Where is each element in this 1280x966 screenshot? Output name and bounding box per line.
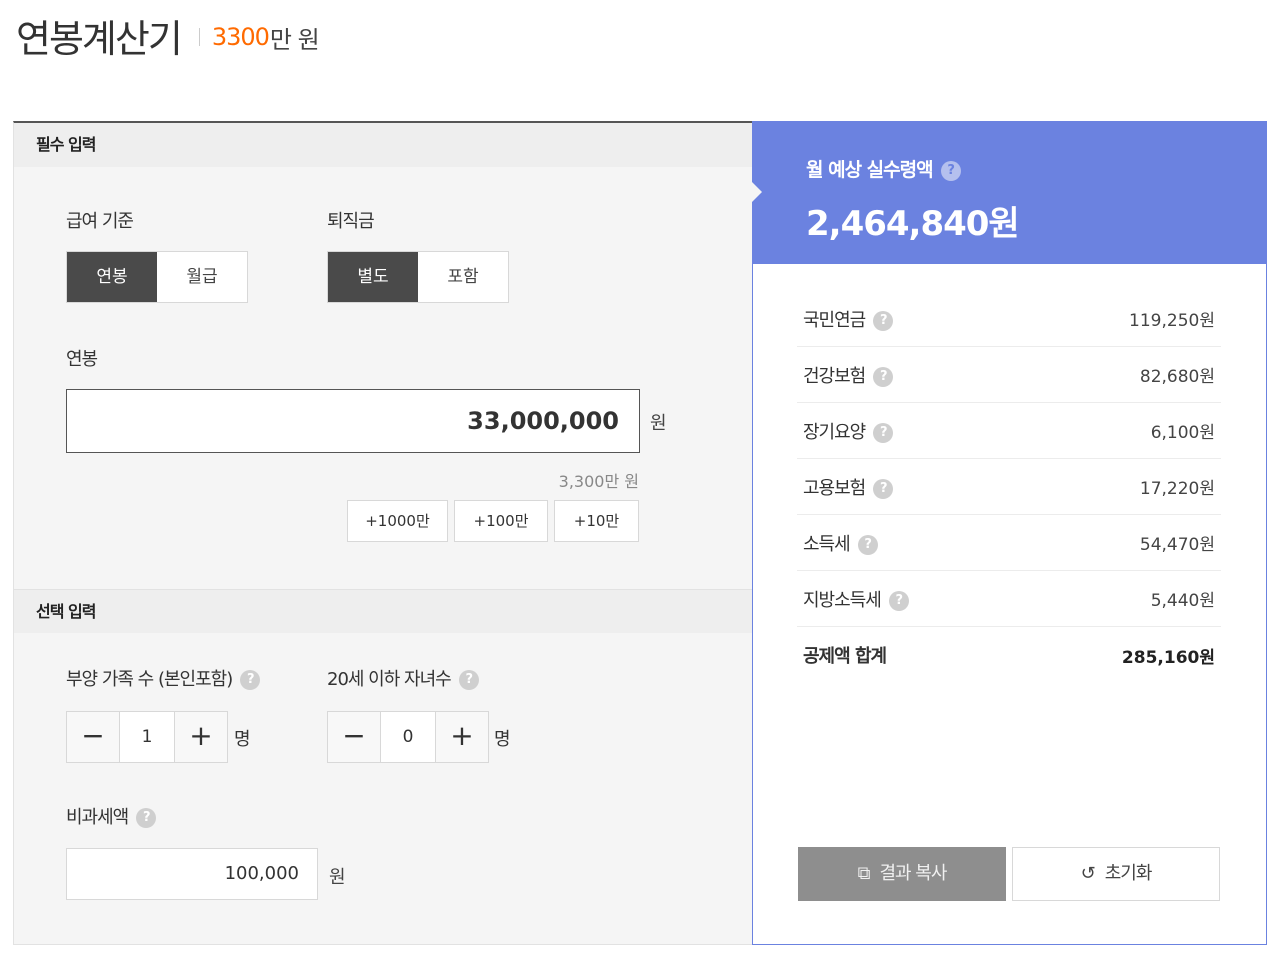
children-minus-button[interactable]: −	[328, 712, 380, 762]
reset-icon: ↺	[1080, 863, 1096, 884]
pay-basis-toggle: 연봉 월급	[66, 251, 248, 303]
deduction-name: 지방소득세?	[803, 586, 909, 612]
children-label-text: 20세 이하 자녀수	[327, 669, 452, 690]
input-panel: 필수 입력 급여 기준 연봉 월급 퇴직금 별도 포함 연봉 33,000,00…	[13, 121, 752, 945]
severance-toggle: 별도 포함	[327, 251, 509, 303]
result-pointer	[752, 182, 762, 202]
dependents-stepper: − 1 +	[66, 711, 228, 763]
severance-label: 퇴직금	[327, 211, 375, 232]
children-value[interactable]: 0	[380, 712, 436, 762]
severance-separate-option[interactable]: 별도	[328, 252, 418, 302]
dependents-value[interactable]: 1	[119, 712, 175, 762]
dependents-label-text: 부양 가족 수 (본인포함)	[66, 669, 233, 690]
help-icon[interactable]: ?	[136, 808, 157, 828]
deduction-list: 국민연금? 119,250원 건강보험? 82,680원 장기요양? 6,100…	[797, 291, 1221, 683]
title-divider	[198, 28, 200, 46]
salary-unit: 원	[650, 413, 667, 434]
deduction-row: 장기요양? 6,100원	[797, 403, 1221, 459]
salary-hint: 3,300만 원	[558, 472, 639, 491]
deduction-name: 소득세?	[803, 530, 878, 556]
deduction-row: 고용보험? 17,220원	[797, 459, 1221, 515]
add-10m-button[interactable]: +1000만	[347, 500, 448, 542]
deduction-total-row: 공제액 합계 285,160원	[797, 627, 1221, 683]
page-title: 연봉계산기	[16, 16, 183, 61]
deduction-name-text: 소득세	[803, 533, 851, 555]
copy-result-button[interactable]: ⧉ 결과 복사	[798, 847, 1006, 901]
salary-calculator: 필수 입력 급여 기준 연봉 월급 퇴직금 별도 포함 연봉 33,000,00…	[13, 121, 1267, 945]
deduction-name: 장기요양?	[803, 418, 894, 444]
salary-label: 연봉	[66, 349, 98, 370]
deduction-value: 54,470원	[1139, 535, 1215, 555]
nontax-unit: 원	[329, 867, 346, 888]
deduction-value: 5,440원	[1150, 591, 1215, 611]
add-1m-button[interactable]: +100만	[454, 500, 548, 542]
result-panel: 월 예상 실수령액? 2,464,840원 국민연금? 119,250원 건강보…	[752, 121, 1267, 945]
salary-input[interactable]: 33,000,000	[66, 389, 640, 453]
help-icon[interactable]: ?	[873, 366, 894, 387]
children-label: 20세 이하 자녀수?	[327, 665, 479, 691]
quick-add-buttons: +1000만 +100만 +10만	[347, 500, 639, 542]
deduction-name-text: 건강보험	[803, 365, 866, 387]
nontax-label: 비과세액?	[66, 803, 157, 829]
reset-button[interactable]: ↺ 초기화	[1012, 847, 1220, 901]
help-icon[interactable]: ?	[857, 534, 878, 555]
deduction-row: 소득세? 54,470원	[797, 515, 1221, 571]
deduction-value: 82,680원	[1139, 367, 1215, 387]
result-label: 월 예상 실수령액?	[806, 155, 961, 182]
title-amount-unit: 만 원	[269, 25, 320, 54]
help-icon[interactable]: ?	[873, 310, 894, 331]
children-stepper: − 0 +	[327, 711, 489, 763]
page-header: 연봉계산기 3300 만 원	[16, 10, 320, 61]
optional-section-title: 선택 입력	[14, 589, 752, 633]
nontax-label-text: 비과세액	[66, 807, 129, 828]
children-unit: 명	[494, 729, 511, 750]
pay-basis-monthly-option[interactable]: 월급	[157, 252, 247, 302]
pay-basis-annual-option[interactable]: 연봉	[67, 252, 157, 302]
dependents-plus-button[interactable]: +	[175, 712, 227, 762]
net-monthly-amount: 2,464,840원	[806, 204, 1020, 244]
deduction-name-text: 고용보험	[803, 477, 866, 499]
help-icon[interactable]: ?	[873, 478, 894, 499]
required-section-title: 필수 입력	[14, 123, 752, 167]
result-label-text: 월 예상 실수령액	[806, 159, 934, 181]
reset-label: 초기화	[1104, 863, 1153, 884]
deduction-name-text: 장기요양	[803, 421, 866, 443]
pay-basis-label: 급여 기준	[66, 211, 134, 232]
dependents-minus-button[interactable]: −	[67, 712, 119, 762]
severance-included-option[interactable]: 포함	[418, 252, 508, 302]
deduction-row: 국민연금? 119,250원	[797, 291, 1221, 347]
deduction-name: 건강보험?	[803, 362, 894, 388]
help-icon[interactable]: ?	[240, 670, 261, 690]
help-icon[interactable]: ?	[458, 670, 479, 690]
nontax-input[interactable]: 100,000	[66, 848, 318, 900]
deduction-row: 지방소득세? 5,440원	[797, 571, 1221, 627]
deduction-value: 17,220원	[1139, 479, 1215, 499]
children-plus-button[interactable]: +	[436, 712, 488, 762]
result-summary: 월 예상 실수령액? 2,464,840원	[752, 122, 1266, 264]
copy-result-label: 결과 복사	[879, 863, 947, 884]
deduction-name: 국민연금?	[803, 306, 894, 332]
deduction-row: 건강보험? 82,680원	[797, 347, 1221, 403]
title-amount: 3300	[211, 23, 270, 51]
help-icon[interactable]: ?	[940, 160, 961, 181]
deduction-value: 119,250원	[1129, 311, 1215, 331]
deduction-name-text: 국민연금	[803, 309, 866, 331]
deduction-value: 6,100원	[1150, 423, 1215, 443]
dependents-label: 부양 가족 수 (본인포함)?	[66, 665, 261, 691]
deduction-name-text: 지방소득세	[803, 589, 882, 611]
deduction-name: 고용보험?	[803, 474, 894, 500]
deduction-total-label: 공제액 합계	[803, 646, 887, 667]
deduction-total-value: 285,160원	[1121, 647, 1215, 668]
copy-icon: ⧉	[857, 863, 871, 884]
help-icon[interactable]: ?	[873, 422, 894, 443]
help-icon[interactable]: ?	[888, 590, 909, 611]
dependents-unit: 명	[234, 729, 251, 750]
add-100k-button[interactable]: +10만	[554, 500, 639, 542]
